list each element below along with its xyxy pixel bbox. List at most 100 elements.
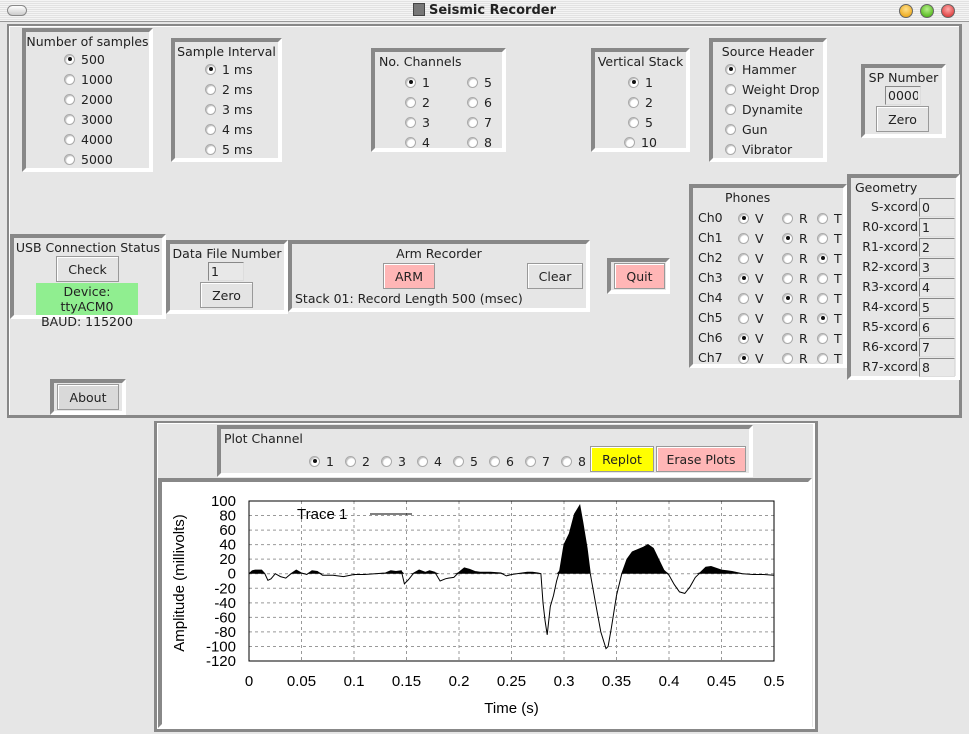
radio-button-icon[interactable] (738, 352, 749, 364)
plot-channel-option-3[interactable]: 3 (381, 452, 417, 470)
radio-button-icon[interactable] (467, 116, 478, 128)
minimize-icon[interactable] (899, 4, 913, 18)
radio-button-icon[interactable] (782, 292, 793, 304)
phones-ch0-v[interactable]: V (738, 208, 764, 228)
radio-button-icon[interactable] (782, 252, 793, 264)
num-channels-option-3[interactable]: 3 (405, 112, 430, 132)
plot-channel-option-6[interactable]: 6 (489, 452, 525, 470)
radio-button-icon[interactable] (782, 312, 793, 324)
vertical-stack-option-2[interactable]: 2 (595, 92, 686, 112)
radio-button-icon[interactable] (205, 63, 216, 75)
phones-ch6-v[interactable]: V (738, 328, 764, 348)
radio-button-icon[interactable] (725, 63, 736, 75)
vertical-stack-option-5[interactable]: 5 (595, 112, 686, 132)
radio-button-icon[interactable] (561, 455, 572, 467)
source-option-hammer[interactable]: Hammer (725, 59, 823, 79)
radio-button-icon[interactable] (738, 292, 749, 304)
radio-button-icon[interactable] (405, 116, 416, 128)
geometry-s-xcord-input[interactable] (919, 198, 955, 217)
vertical-stack-option-1[interactable]: 1 (595, 72, 686, 92)
radio-button-icon[interactable] (738, 212, 749, 224)
phones-ch1-v[interactable]: V (738, 228, 764, 248)
plot-channel-option-4[interactable]: 4 (417, 452, 453, 470)
clear-button[interactable]: Clear (527, 263, 583, 289)
phones-ch5-t[interactable]: T (817, 308, 842, 328)
radio-button-icon[interactable] (467, 96, 478, 108)
geometry-r7-xcord-input[interactable] (919, 358, 955, 377)
data-file-input[interactable] (208, 262, 244, 281)
radio-button-icon[interactable] (205, 103, 216, 115)
radio-button-icon[interactable] (817, 252, 828, 264)
radio-button-icon[interactable] (489, 455, 500, 467)
phones-ch0-t[interactable]: T (817, 208, 842, 228)
radio-button-icon[interactable] (725, 83, 736, 95)
phones-ch2-v[interactable]: V (738, 248, 764, 268)
phones-ch5-v[interactable]: V (738, 308, 764, 328)
radio-button-icon[interactable] (738, 272, 749, 284)
phones-ch7-v[interactable]: V (738, 348, 764, 368)
num-samples-option-2000[interactable]: 2000 (64, 89, 149, 109)
radio-button-icon[interactable] (628, 116, 640, 128)
radio-button-icon[interactable] (205, 83, 216, 95)
data-file-zero-button[interactable]: Zero (200, 282, 253, 308)
phones-ch4-t[interactable]: T (817, 288, 842, 308)
radio-button-icon[interactable] (738, 252, 749, 264)
source-option-weight-drop[interactable]: Weight Drop (725, 79, 823, 99)
num-channels-option-4[interactable]: 4 (405, 132, 430, 152)
radio-button-icon[interactable] (64, 133, 75, 145)
num-samples-option-1000[interactable]: 1000 (64, 69, 149, 89)
num-samples-option-500[interactable]: 500 (64, 49, 149, 69)
vertical-stack-option-10[interactable]: 10 (595, 132, 686, 152)
radio-button-icon[interactable] (725, 143, 736, 155)
radio-button-icon[interactable] (817, 212, 828, 224)
phones-ch2-r[interactable]: R (782, 248, 808, 268)
radio-button-icon[interactable] (817, 232, 828, 244)
num-samples-option-3000[interactable]: 3000 (64, 109, 149, 129)
radio-button-icon[interactable] (525, 455, 536, 467)
plot-channel-option-1[interactable]: 1 (309, 452, 345, 470)
radio-button-icon[interactable] (205, 143, 216, 155)
num-channels-option-2[interactable]: 2 (405, 92, 430, 112)
num-channels-option-7[interactable]: 7 (467, 112, 492, 132)
source-option-dynamite[interactable]: Dynamite (725, 99, 823, 119)
radio-button-icon[interactable] (205, 123, 216, 135)
radio-button-icon[interactable] (405, 76, 416, 88)
sample-interval-option-2[interactable]: 3 ms (205, 99, 278, 119)
source-option-gun[interactable]: Gun (725, 119, 823, 139)
phones-ch1-r[interactable]: R (782, 228, 808, 248)
num-channels-option-6[interactable]: 6 (467, 92, 492, 112)
radio-button-icon[interactable] (725, 103, 736, 115)
radio-button-icon[interactable] (64, 153, 75, 165)
phones-ch4-r[interactable]: R (782, 288, 808, 308)
geometry-r0-xcord-input[interactable] (919, 218, 955, 237)
radio-button-icon[interactable] (738, 332, 749, 344)
radio-button-icon[interactable] (64, 53, 75, 65)
radio-button-icon[interactable] (738, 232, 749, 244)
radio-button-icon[interactable] (817, 292, 828, 304)
about-button[interactable]: About (57, 384, 119, 410)
usb-check-button[interactable]: Check (56, 256, 119, 282)
geometry-r3-xcord-input[interactable] (919, 278, 955, 297)
geometry-r4-xcord-input[interactable] (919, 298, 955, 317)
radio-button-icon[interactable] (817, 332, 828, 344)
radio-button-icon[interactable] (405, 136, 416, 148)
radio-button-icon[interactable] (453, 455, 464, 467)
phones-ch7-r[interactable]: R (782, 348, 808, 368)
num-channels-option-1[interactable]: 1 (405, 72, 430, 92)
num-channels-option-8[interactable]: 8 (467, 132, 492, 152)
source-option-vibrator[interactable]: Vibrator (725, 139, 823, 159)
radio-button-icon[interactable] (738, 312, 749, 324)
radio-button-icon[interactable] (624, 136, 636, 148)
phones-ch1-t[interactable]: T (817, 228, 842, 248)
phones-ch3-v[interactable]: V (738, 268, 764, 288)
radio-button-icon[interactable] (782, 212, 793, 224)
radio-button-icon[interactable] (417, 455, 428, 467)
radio-button-icon[interactable] (309, 455, 320, 467)
sample-interval-option-1[interactable]: 2 ms (205, 79, 278, 99)
num-samples-option-5000[interactable]: 5000 (64, 149, 149, 169)
num-channels-option-5[interactable]: 5 (467, 72, 492, 92)
phones-ch0-r[interactable]: R (782, 208, 808, 228)
phones-ch6-r[interactable]: R (782, 328, 808, 348)
radio-button-icon[interactable] (628, 96, 640, 108)
phones-ch7-t[interactable]: T (817, 348, 842, 368)
